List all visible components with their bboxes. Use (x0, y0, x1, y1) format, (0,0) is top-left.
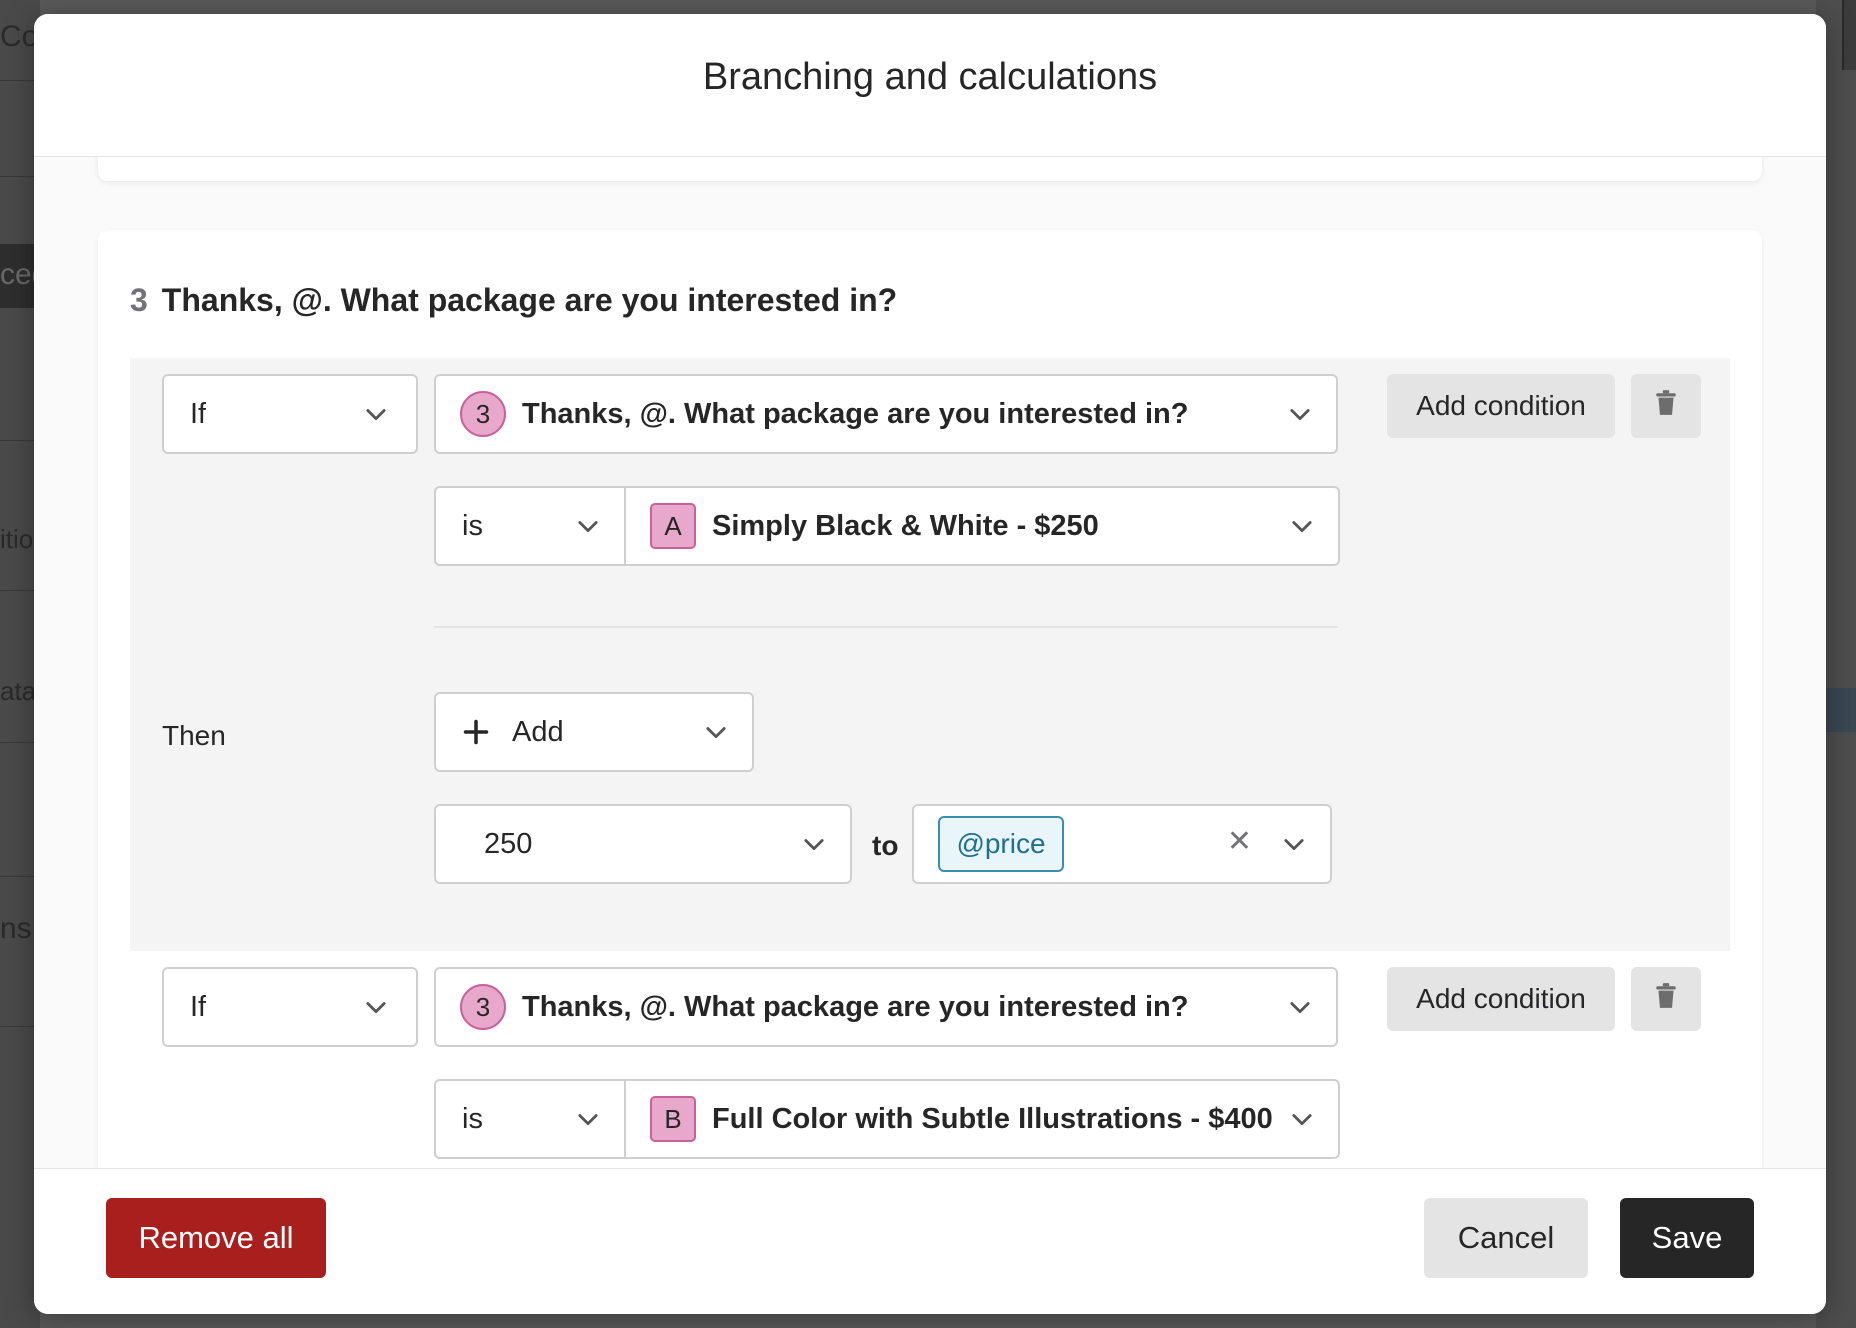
chevron-down-icon (1286, 400, 1314, 428)
chevron-down-icon (362, 400, 390, 428)
action-value: Add (512, 715, 564, 748)
question-number: 3 (130, 282, 148, 318)
question-text: Thanks, @. What package are you interest… (161, 282, 898, 318)
chevron-down-icon (574, 1105, 602, 1133)
previous-question-card (98, 157, 1762, 181)
question-select-value: Thanks, @. What package are you interest… (522, 397, 1189, 430)
add-condition-button[interactable]: Add condition (1387, 374, 1615, 438)
save-button[interactable]: Save (1620, 1198, 1754, 1278)
chevron-down-icon (702, 718, 730, 746)
operator-value: is (462, 509, 483, 542)
chevron-down-icon (362, 993, 390, 1021)
chevron-down-icon (800, 830, 828, 858)
operator-value: is (462, 1102, 483, 1135)
question-number-badge: 3 (460, 984, 506, 1030)
chevron-down-icon (1280, 830, 1308, 858)
cancel-button[interactable]: Cancel (1424, 1198, 1588, 1278)
logic-rule: If 3 Thanks, @. What package are you int… (130, 358, 1730, 951)
chevron-down-icon (1288, 512, 1316, 540)
operator-select[interactable]: is (434, 486, 626, 566)
if-label: If (190, 397, 207, 430)
answer-select-value: Simply Black & White - $250 (712, 509, 1099, 542)
rule-divider (434, 626, 1338, 628)
then-label: Then (162, 720, 226, 751)
branching-modal: Branching and calculations 3 Thanks, @. W… (34, 14, 1826, 1314)
answer-select[interactable]: A Simply Black & White - $250 (624, 486, 1340, 566)
trash-icon (1653, 389, 1679, 424)
modal-body[interactable]: 3 Thanks, @. What package are you interes… (34, 157, 1826, 1183)
question-number-badge: 3 (460, 391, 506, 437)
if-select[interactable]: If (162, 374, 418, 454)
background-text: ata (0, 676, 34, 706)
variable-select[interactable]: @price ✕ (912, 804, 1332, 884)
answer-choice-badge: B (650, 1096, 696, 1142)
chevron-down-icon (574, 512, 602, 540)
condition-row: is A Simply Black & White - $250 (434, 486, 1340, 566)
if-label: If (190, 990, 207, 1023)
question-select[interactable]: 3 Thanks, @. What package are you intere… (434, 967, 1338, 1047)
question-select[interactable]: 3 Thanks, @. What package are you intere… (434, 374, 1338, 454)
condition-row: is B Full Color with Subtle Illustration… (434, 1079, 1340, 1159)
value-input[interactable]: 250 (434, 804, 852, 884)
close-icon[interactable]: ✕ (1227, 824, 1252, 859)
delete-rule-button[interactable] (1631, 374, 1701, 438)
answer-select-value: Full Color with Subtle Illustrations - $… (712, 1102, 1273, 1135)
background-mail-icon (1826, 688, 1856, 732)
background-text: Co (0, 20, 34, 53)
question-card: 3 Thanks, @. What package are you interes… (98, 230, 1762, 1183)
modal-footer: Remove all Cancel Save (34, 1168, 1826, 1314)
logic-rule: If 3 Thanks, @. What package are you int… (130, 951, 1730, 1183)
question-select-value: Thanks, @. What package are you interest… (522, 990, 1189, 1023)
remove-all-button[interactable]: Remove all (106, 1198, 326, 1278)
operator-select[interactable]: is (434, 1079, 626, 1159)
modal-header: Branching and calculations (34, 14, 1826, 157)
if-select[interactable]: If (162, 967, 418, 1047)
add-condition-button[interactable]: Add condition (1387, 967, 1615, 1031)
background-text: ns (0, 912, 32, 945)
question-title: 3 Thanks, @. What package are you interes… (130, 282, 897, 319)
action-select[interactable]: Add (434, 692, 754, 772)
chevron-down-icon (1286, 993, 1314, 1021)
variable-tag: @price (938, 816, 1064, 872)
to-label: to (872, 830, 899, 861)
answer-select[interactable]: B Full Color with Subtle Illustrations -… (624, 1079, 1340, 1159)
background-text: ced (0, 258, 34, 291)
trash-icon (1653, 982, 1679, 1017)
modal-title: Branching and calculations (702, 55, 1158, 98)
chevron-down-icon (1288, 1105, 1316, 1133)
background-text: itio (0, 524, 34, 554)
value-input-value: 250 (484, 827, 533, 860)
answer-choice-badge: A (650, 503, 696, 549)
delete-rule-button[interactable] (1631, 967, 1701, 1031)
plus-icon (462, 718, 490, 746)
background-tab (1842, 0, 1856, 70)
